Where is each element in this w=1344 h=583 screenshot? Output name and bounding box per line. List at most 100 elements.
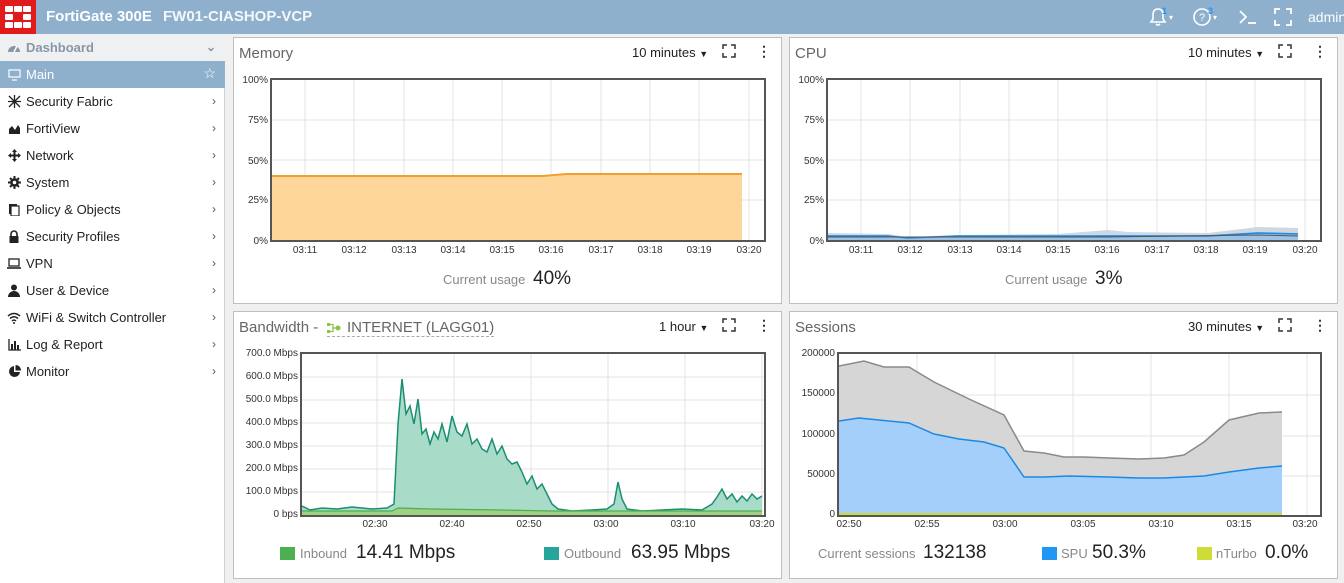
inbound-label: Inbound — [300, 546, 347, 561]
inbound-legend-swatch — [280, 547, 295, 560]
widget-menu-icon[interactable]: ⋮ — [757, 317, 771, 334]
x-tick-label: 03:13 — [391, 245, 417, 256]
sidebar-item-main[interactable]: Main ☆ — [0, 61, 225, 88]
y-tick-label: 0 bps — [273, 509, 298, 520]
help-count: 3 — [1208, 6, 1214, 16]
sidebar-item-security-profiles[interactable]: Security Profiles › — [0, 223, 225, 250]
x-tick-label: 03:13 — [947, 245, 973, 256]
x-tick-label: 03:11 — [848, 245, 874, 256]
sidebar-item-log-report[interactable]: Log & Report › — [0, 331, 225, 358]
x-tick-label: 03:20 — [736, 245, 762, 256]
sidebar-item-dashboard[interactable]: Dashboard ⌄ — [0, 34, 225, 61]
fullscreen-button[interactable] — [1273, 4, 1293, 30]
y-tick-label: 100% — [798, 75, 824, 86]
sidebar-item-label: User & Device — [26, 283, 110, 298]
x-tick-label: 02:50 — [516, 519, 542, 530]
spu-value: 50.3% — [1092, 542, 1146, 563]
x-tick-label: 02:40 — [439, 519, 465, 530]
outbound-value: 63.95 Mbps — [631, 542, 731, 563]
time-range-dropdown[interactable]: 10 minutes ▼ — [1188, 45, 1264, 60]
sidebar-item-security-fabric[interactable]: Security Fabric › — [0, 88, 225, 115]
x-tick-label: 03:14 — [996, 245, 1022, 256]
policy-icon — [7, 203, 21, 216]
y-tick-label: 500.0 Mbps — [245, 394, 298, 405]
widget-title: Memory — [239, 45, 294, 62]
x-tick-label: 03:12 — [897, 245, 923, 256]
sidebar-item-policy-objects[interactable]: Policy & Objects › — [0, 196, 225, 223]
inbound-value: 14.41 Mbps — [356, 542, 456, 563]
interface-selector[interactable]: INTERNET (LAGG01) — [327, 319, 495, 337]
chevron-right-icon: › — [212, 148, 216, 162]
top-bar: FortiGate 300E FW01-CIASHOP-VCP 1 ▾ ? 3 … — [0, 0, 1344, 34]
sidebar-item-monitor[interactable]: Monitor › — [0, 358, 225, 385]
network-icon — [7, 149, 21, 162]
svg-text:?: ? — [1199, 12, 1205, 24]
time-range-dropdown[interactable]: 10 minutes ▼ — [632, 45, 708, 60]
widget-menu-icon[interactable]: ⋮ — [1313, 317, 1327, 334]
outbound-legend-swatch — [544, 547, 559, 560]
sidebar-item-label: Network — [26, 148, 74, 163]
fortinet-logo-icon[interactable] — [0, 0, 36, 34]
star-icon[interactable]: ☆ — [203, 65, 216, 82]
current-sessions-value: 132138 — [923, 542, 987, 563]
x-tick-label: 03:20 — [1292, 245, 1318, 256]
sidebar-item-label: Main — [26, 67, 55, 82]
nturbo-label: nTurbo — [1216, 546, 1257, 561]
x-tick-label: 03:10 — [670, 519, 696, 530]
chevron-right-icon: › — [212, 310, 216, 324]
sidebar-item-label: Dashboard — [26, 40, 94, 55]
y-tick-label: 300.0 Mbps — [245, 440, 298, 451]
x-tick-label: 03:19 — [1242, 245, 1268, 256]
widget-menu-icon[interactable]: ⋮ — [1313, 43, 1327, 60]
user-icon — [7, 284, 21, 297]
sidebar-item-system[interactable]: System › — [0, 169, 225, 196]
sidebar-item-network[interactable]: Network › — [0, 142, 225, 169]
expand-icon[interactable] — [722, 318, 736, 332]
chevron-right-icon: › — [212, 94, 216, 108]
current-usage-value: 40% — [533, 268, 572, 289]
time-range-dropdown[interactable]: 30 minutes ▼ — [1188, 319, 1264, 334]
sidebar-item-wifi-switch[interactable]: WiFi & Switch Controller › — [0, 304, 225, 331]
y-tick-label: 25% — [803, 195, 824, 206]
expand-icon[interactable] — [1278, 44, 1292, 58]
y-tick-label: 50% — [247, 156, 268, 167]
sidebar-item-label: System — [26, 175, 70, 190]
sidebar-item-fortiview[interactable]: FortiView › — [0, 115, 225, 142]
sidebar-item-label: VPN — [26, 256, 53, 271]
sidebar-item-user-device[interactable]: User & Device › — [0, 277, 225, 304]
x-tick-label: 03:20 — [1292, 519, 1318, 530]
x-tick-label: 02:55 — [914, 519, 940, 530]
notifications-count: 1 — [1162, 6, 1168, 16]
cli-console-button[interactable] — [1238, 4, 1258, 30]
memory-widget: Memory 10 minutes ▼ ⋮ 100% 75% 50% 25% 0… — [233, 37, 782, 304]
bandwidth-widget: Bandwidth - INTERNET (LAGG01) 1 hour ▼ ⋮… — [233, 311, 782, 579]
user-menu[interactable]: admin — [1308, 9, 1344, 25]
time-range-dropdown[interactable]: 1 hour ▼ — [659, 319, 708, 334]
cpu-chart — [826, 78, 1322, 242]
x-tick-label: 02:50 — [836, 519, 862, 530]
y-tick-label: 100000 — [801, 429, 835, 440]
widget-menu-icon[interactable]: ⋮ — [757, 43, 771, 60]
laptop-icon — [7, 257, 21, 270]
gear-icon — [7, 176, 21, 189]
y-tick-label: 75% — [247, 115, 268, 126]
y-tick-label: 200.0 Mbps — [245, 463, 298, 474]
chevron-right-icon: › — [212, 256, 216, 270]
expand-icon[interactable] — [1278, 318, 1292, 332]
dashboard-icon — [7, 41, 21, 55]
help-button[interactable]: ? 3 ▾ — [1192, 4, 1224, 30]
caret-down-icon: ▾ — [1213, 12, 1218, 22]
chevron-right-icon: › — [212, 229, 216, 243]
current-sessions-label: Current sessions — [818, 546, 916, 561]
spu-legend-swatch — [1042, 547, 1057, 560]
y-tick-label: 0% — [253, 236, 268, 247]
sidebar-item-vpn[interactable]: VPN › — [0, 250, 225, 277]
expand-icon[interactable] — [722, 44, 736, 58]
x-tick-label: 03:00 — [593, 519, 619, 530]
chevron-right-icon: › — [212, 121, 216, 135]
notifications-button[interactable]: 1 ▾ — [1148, 4, 1180, 30]
y-tick-label: 150000 — [801, 388, 835, 399]
sidebar-item-label: Security Profiles — [26, 229, 120, 244]
nturbo-value: 0.0% — [1265, 542, 1309, 563]
outbound-label: Outbound — [564, 546, 622, 561]
